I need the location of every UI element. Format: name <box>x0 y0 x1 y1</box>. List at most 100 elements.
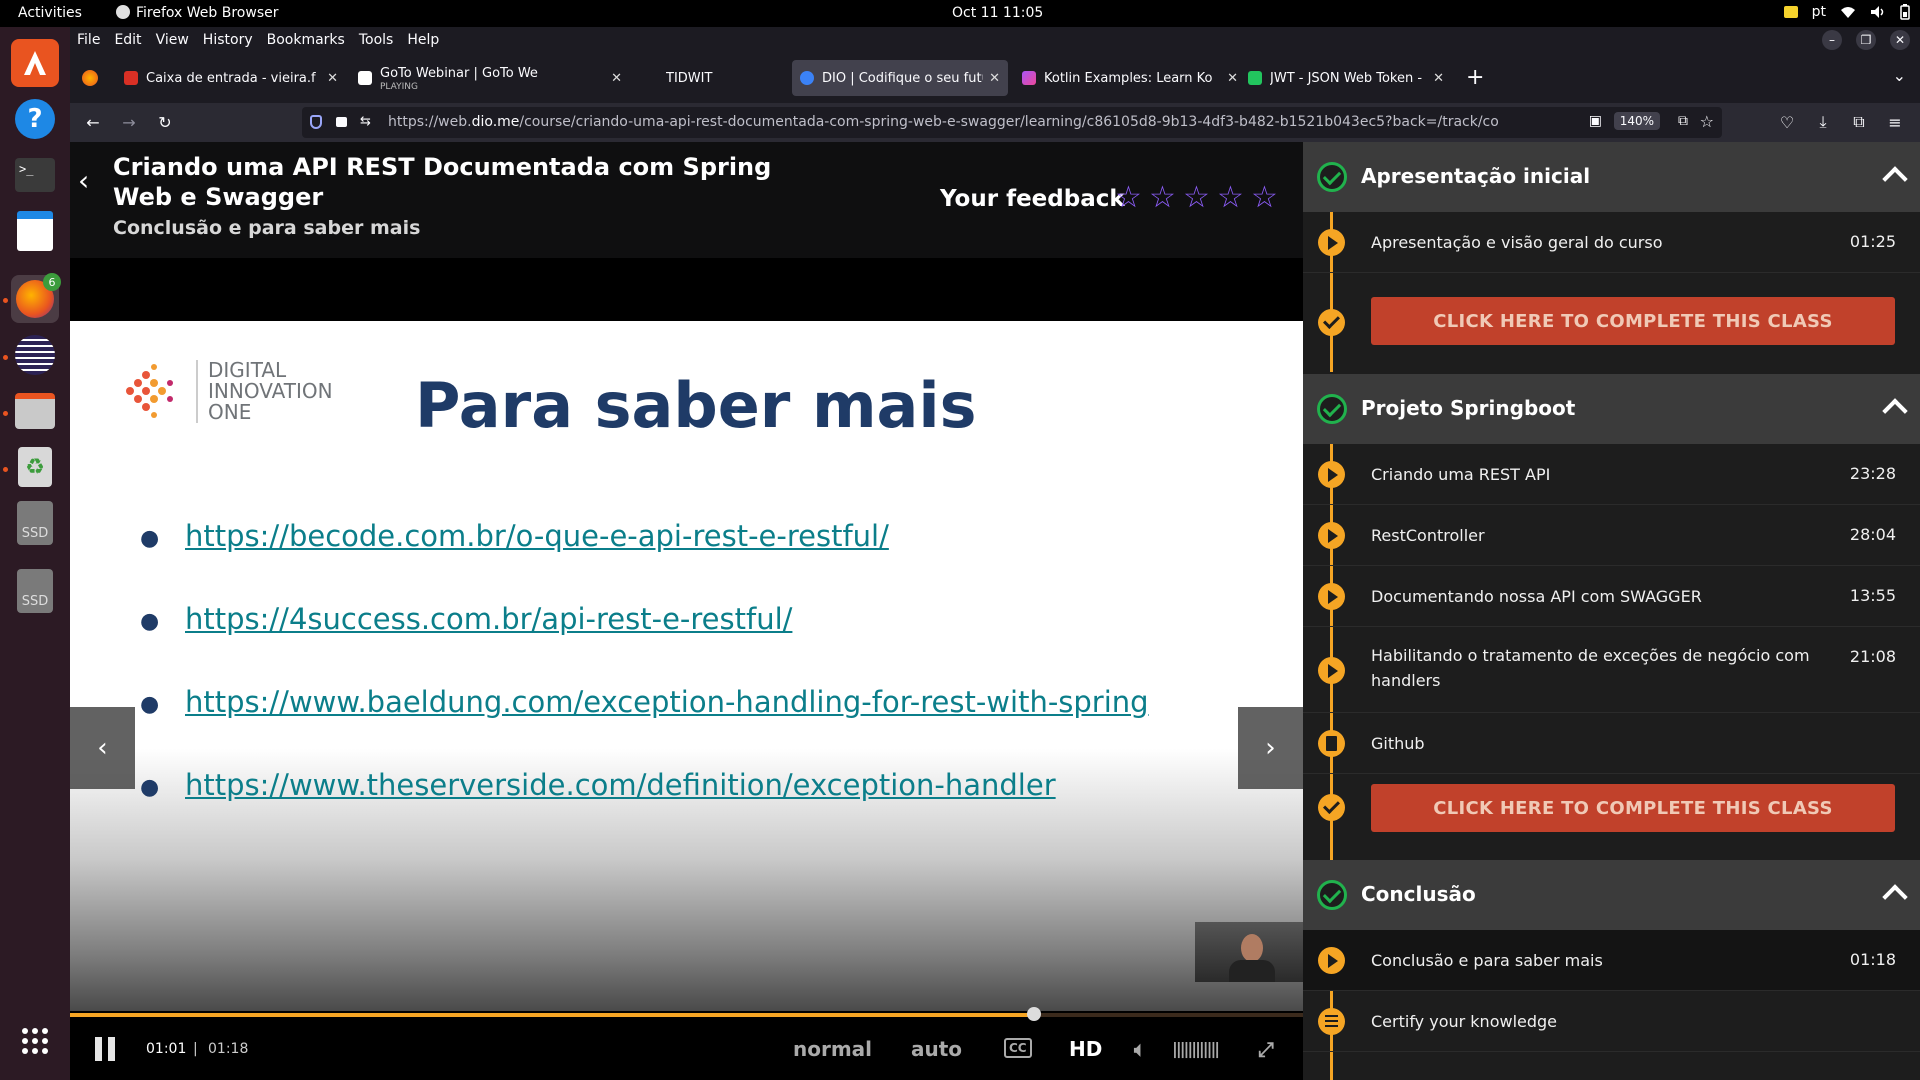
wifi-icon[interactable] <box>1840 5 1856 19</box>
tab-kotlin[interactable]: Kotlin Examples: Learn Ko ✕ <box>1014 60 1246 96</box>
lesson-row[interactable]: Documentando nossa API com SWAGGER 13:55 <box>1303 566 1920 627</box>
url-text[interactable]: https://web.dio.me/course/criando-uma-ap… <box>388 114 1528 130</box>
eclipse-icon[interactable] <box>11 331 59 379</box>
pocket-icon[interactable]: ♡ <box>1776 111 1798 133</box>
terminal-icon[interactable]: >_ <box>11 151 59 199</box>
star-icon[interactable]: ☆ <box>1251 180 1278 215</box>
hamburger-menu-icon[interactable]: ≡ <box>1884 111 1906 133</box>
section-projeto-springboot[interactable]: Projeto Springboot <box>1303 374 1920 444</box>
close-tab-icon[interactable]: ✕ <box>989 71 1000 86</box>
lesson-row[interactable]: Certify your knowledge <box>1303 991 1920 1052</box>
star-icon[interactable]: ☆ <box>1217 180 1244 215</box>
zoom-level[interactable]: 140% <box>1613 112 1660 130</box>
tab-gmail[interactable]: Caixa de entrada - vieira.f ✕ <box>116 60 346 96</box>
tab-goto-webinar[interactable]: GoTo Webinar | GoTo We ✕ PLAYING <box>350 60 630 96</box>
ssd-drive-icon[interactable]: SSD <box>11 567 59 615</box>
tab-dio[interactable]: DIO | Codifique o seu futu ✕ <box>792 60 1008 96</box>
firefox-dock-icon[interactable]: 6 <box>11 273 61 323</box>
star-icon[interactable]: ☆ <box>1115 180 1142 215</box>
files-icon[interactable] <box>11 387 59 435</box>
trash-icon[interactable]: ♻ <box>11 443 59 491</box>
restore-button[interactable]: ❐ <box>1856 30 1876 50</box>
text-editor-icon[interactable] <box>11 207 59 255</box>
time-separator: | <box>193 1041 198 1057</box>
close-tab-icon[interactable]: ✕ <box>1227 71 1238 86</box>
menu-history[interactable]: History <box>203 32 253 48</box>
permissions-icon[interactable]: ⇆ <box>360 114 371 129</box>
back-arrow-icon[interactable]: ‹ <box>78 164 89 197</box>
chevron-up-icon[interactable] <box>1882 884 1908 910</box>
close-tab-icon[interactable]: ✕ <box>1433 71 1444 86</box>
close-window-button[interactable]: ✕ <box>1890 30 1910 50</box>
mute-icon[interactable]: 🔈︎ <box>1134 1037 1146 1061</box>
previous-lesson-button[interactable]: ‹ <box>70 707 135 789</box>
menu-file[interactable]: File <box>77 32 100 48</box>
firefox-view-icon[interactable] <box>82 70 98 86</box>
forward-icon[interactable]: → <box>118 111 140 133</box>
lesson-row[interactable]: Habilitando o tratamento de exceções de … <box>1303 627 1920 713</box>
pause-button[interactable] <box>95 1037 117 1061</box>
url-bar[interactable]: ⇆ https://web.dio.me/course/criando-uma-… <box>302 107 1722 138</box>
lesson-row[interactable]: Apresentação e visão geral do curso 01:2… <box>1303 212 1920 273</box>
bookmark-star-icon[interactable]: ☆ <box>1700 112 1714 131</box>
hd-button[interactable]: HD <box>1069 1037 1102 1061</box>
section-conclusao[interactable]: Conclusão <box>1303 860 1920 930</box>
volume-slider[interactable]: |||||||||||| <box>1172 1039 1220 1058</box>
app-menu[interactable]: Firefox Web Browser <box>116 5 279 21</box>
reader-view-icon[interactable]: ▣ <box>1589 113 1602 129</box>
menu-view[interactable]: View <box>156 32 189 48</box>
lesson-row[interactable]: RestController 28:04 <box>1303 505 1920 566</box>
back-icon[interactable]: ← <box>82 111 104 133</box>
gmail-icon <box>124 71 138 85</box>
list-tabs-icon[interactable]: ⌄ <box>1893 66 1906 85</box>
video-player[interactable]: DIGITAL INNOVATION ONE Para saber mais ●… <box>70 258 1303 1080</box>
menu-edit[interactable]: Edit <box>114 32 141 48</box>
lesson-row[interactable]: Github <box>1303 713 1920 774</box>
downloads-icon[interactable]: ⤓ <box>1812 111 1834 133</box>
activities-button[interactable]: Activities <box>18 5 82 21</box>
clock[interactable]: Oct 11 11:05 <box>952 5 1043 21</box>
help-icon[interactable]: ? <box>11 95 59 143</box>
complete-class-button[interactable]: CLICK HERE TO COMPLETE THIS CLASS <box>1371 297 1895 345</box>
playback-speed-button[interactable]: normal <box>793 1037 872 1061</box>
close-tab-icon[interactable]: ✕ <box>611 71 622 86</box>
lock-icon[interactable] <box>336 117 347 127</box>
menu-tools[interactable]: Tools <box>359 32 394 48</box>
language-indicator[interactable]: pt <box>1812 4 1826 20</box>
kotlin-icon <box>1022 71 1036 85</box>
next-lesson-button[interactable]: › <box>1238 707 1303 789</box>
system-tray[interactable]: pt <box>1783 4 1910 20</box>
translation-icon[interactable]: ⧉ <box>1678 113 1688 129</box>
notes-icon[interactable] <box>1783 6 1798 18</box>
close-tab-icon[interactable]: ✕ <box>327 71 338 86</box>
menu-bar: File Edit View History Bookmarks Tools H… <box>70 27 1920 54</box>
menu-bookmarks[interactable]: Bookmarks <box>267 32 345 48</box>
ubuntu-software-icon[interactable] <box>11 39 59 87</box>
extensions-icon[interactable]: ⧉ <box>1848 111 1870 133</box>
ssd-drive-icon[interactable]: SSD <box>11 499 59 547</box>
fullscreen-icon[interactable]: ⤢ <box>1258 1037 1274 1061</box>
battery-icon[interactable] <box>1900 4 1910 20</box>
minimize-button[interactable]: – <box>1822 30 1842 50</box>
star-icon[interactable]: ☆ <box>1149 180 1176 215</box>
lesson-row[interactable]: Criando uma REST API 23:28 <box>1303 444 1920 505</box>
lesson-row-current[interactable]: Conclusão e para saber mais 01:18 <box>1303 930 1920 991</box>
bullet: ● <box>140 526 160 551</box>
chevron-up-icon[interactable] <box>1882 398 1908 424</box>
show-apps-icon[interactable] <box>11 1017 59 1065</box>
goto-icon <box>358 71 372 85</box>
reload-icon[interactable]: ↻ <box>154 111 176 133</box>
captions-icon[interactable]: CC <box>1004 1038 1032 1058</box>
star-icon[interactable]: ☆ <box>1183 180 1210 215</box>
progress-bar[interactable] <box>70 1007 1303 1021</box>
tracking-shield-icon[interactable] <box>310 115 322 129</box>
progress-knob[interactable] <box>1027 1007 1042 1021</box>
tab-jwt[interactable]: JWT - JSON Web Token - ✕ <box>1240 60 1452 96</box>
quality-auto-button[interactable]: auto <box>911 1037 962 1061</box>
volume-icon[interactable] <box>1870 5 1886 19</box>
chevron-up-icon[interactable] <box>1882 166 1908 192</box>
new-tab-button[interactable]: + <box>1466 65 1484 90</box>
section-apresentacao[interactable]: Apresentação inicial <box>1303 142 1920 212</box>
complete-class-button[interactable]: CLICK HERE TO COMPLETE THIS CLASS <box>1371 784 1895 832</box>
menu-help[interactable]: Help <box>407 32 439 48</box>
